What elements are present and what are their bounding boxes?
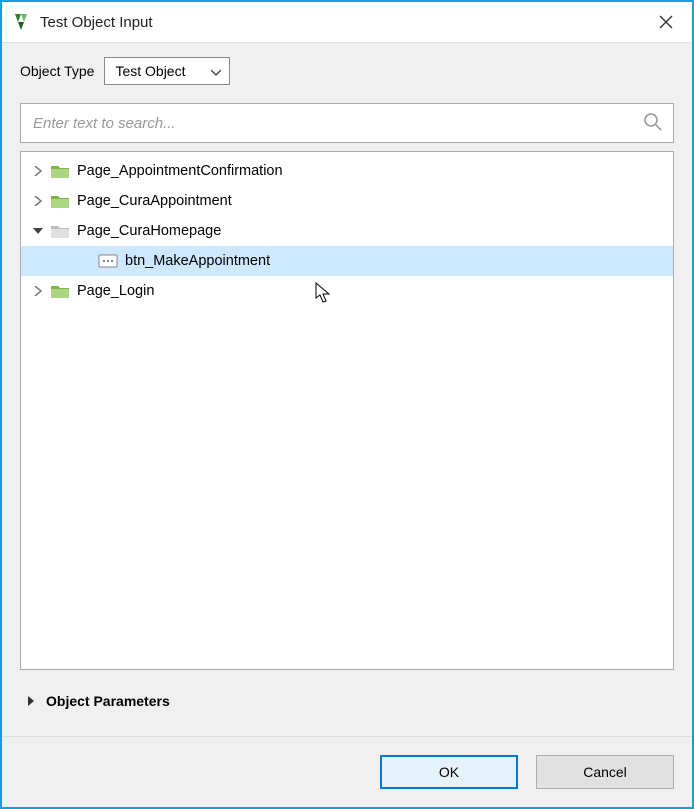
expander-icon[interactable]	[22, 692, 40, 710]
tree-item-label: Page_Login	[77, 283, 154, 299]
object-parameters-label: Object Parameters	[46, 693, 170, 709]
close-button[interactable]	[648, 8, 684, 36]
expander-collapse-icon[interactable]	[29, 222, 47, 240]
tree-item-btn-makeappointment[interactable]: btn_MakeAppointment	[21, 246, 673, 276]
search-input[interactable]	[33, 115, 643, 132]
app-icon	[12, 12, 32, 32]
tree-item-page-login[interactable]: Page_Login	[21, 276, 673, 306]
title-bar: Test Object Input	[2, 2, 692, 43]
window-title: Test Object Input	[40, 14, 648, 31]
object-parameters-row[interactable]: Object Parameters	[20, 688, 674, 722]
search-box[interactable]	[20, 103, 674, 143]
ok-button[interactable]: OK	[380, 755, 518, 789]
content-area: Object Type Test Object Page_Appointme	[2, 43, 692, 736]
tree-item-page-curahomepage[interactable]: Page_CuraHomepage	[21, 216, 673, 246]
object-icon	[97, 252, 119, 270]
cancel-button[interactable]: Cancel	[536, 755, 674, 789]
dialog-footer: OK Cancel	[2, 736, 692, 807]
folder-icon	[49, 282, 71, 300]
cancel-button-label: Cancel	[583, 764, 627, 780]
tree-item-label: Page_CuraAppointment	[77, 193, 232, 209]
tree-item-page-curaappointment[interactable]: Page_CuraAppointment	[21, 186, 673, 216]
expander-icon[interactable]	[29, 162, 47, 180]
folder-icon	[49, 192, 71, 210]
tree-item-label: Page_AppointmentConfirmation	[77, 163, 283, 179]
tree-item-label: Page_CuraHomepage	[77, 223, 221, 239]
object-type-combo[interactable]: Test Object	[104, 57, 230, 85]
object-type-value: Test Object	[115, 63, 185, 79]
object-type-row: Object Type Test Object	[20, 57, 674, 85]
ok-button-label: OK	[439, 764, 459, 780]
folder-icon	[49, 162, 71, 180]
search-icon	[643, 112, 663, 135]
tree-item-label: btn_MakeAppointment	[125, 253, 270, 269]
object-type-label: Object Type	[20, 63, 94, 79]
chevron-down-icon	[211, 63, 221, 79]
tree-panel[interactable]: Page_AppointmentConfirmation Page_CuraAp…	[20, 151, 674, 670]
expander-icon[interactable]	[29, 282, 47, 300]
tree-item-page-appointmentconfirmation[interactable]: Page_AppointmentConfirmation	[21, 156, 673, 186]
folder-open-icon	[49, 222, 71, 240]
expander-icon[interactable]	[29, 192, 47, 210]
